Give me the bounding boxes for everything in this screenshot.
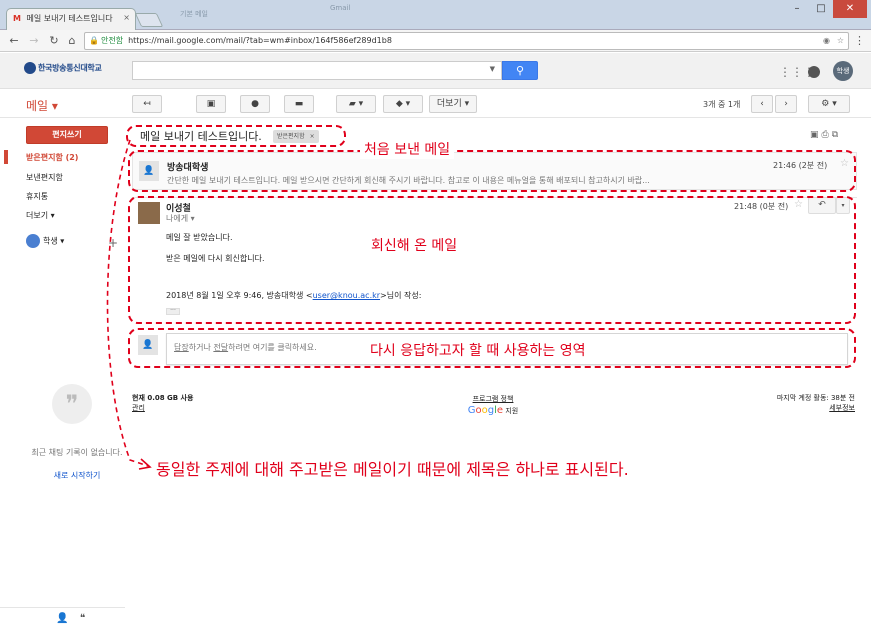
window-caption: Gmail: [330, 4, 351, 12]
window-title: 기본 메일: [180, 10, 208, 18]
logo-text: 한국방송통신대학교: [38, 63, 102, 73]
eye-icon[interactable]: ◉: [823, 33, 830, 49]
more-button[interactable]: 더보기 ▾: [429, 95, 477, 113]
annotation-reply-mail: 회신해 온 메일: [367, 235, 462, 255]
google-logo: Google: [467, 405, 504, 416]
back-arrow-icon[interactable]: ←: [6, 33, 22, 49]
manage-link[interactable]: 관리: [132, 404, 145, 412]
reload-icon[interactable]: ↻: [46, 33, 62, 49]
search-box: ▼: [132, 61, 502, 80]
contacts-person-icon[interactable]: 👤: [56, 613, 68, 624]
back-to-inbox-button[interactable]: ↤: [132, 95, 162, 113]
user-avatar-icon: [26, 234, 40, 248]
logo-emblem-icon: [24, 62, 36, 74]
expand-all-icon[interactable]: ▣: [810, 130, 822, 140]
mail-switcher[interactable]: 메일 ▾: [26, 97, 58, 114]
search-icon: ⚲: [515, 64, 525, 77]
annotation-subject-note: 동일한 주제에 대해 주고받은 메일이기 때문에 제목은 하나로 표시된다.: [156, 460, 629, 479]
account-activity: 마지막 계정 활동: 38분 전 세부정보: [760, 393, 855, 413]
maximize-icon[interactable]: □: [809, 0, 833, 18]
close-window-icon[interactable]: ✕: [833, 0, 867, 18]
forward-arrow-icon[interactable]: →: [26, 33, 42, 49]
older-button[interactable]: ›: [775, 95, 797, 113]
notifications-icon[interactable]: [808, 66, 820, 78]
footer-center: 프로그램 정책 Google 지원: [458, 393, 528, 417]
account-avatar[interactable]: 학생: [833, 61, 853, 81]
search-input[interactable]: [133, 62, 483, 79]
program-policy-link[interactable]: 프로그램 정책: [473, 395, 514, 403]
hangouts-user[interactable]: 학생 ▾ +: [26, 234, 118, 252]
chat-quote-icon: ❞: [52, 384, 92, 424]
newer-button[interactable]: ‹: [751, 95, 773, 113]
chevron-right-icon: ›: [784, 99, 788, 109]
archive-icon: ▣: [206, 99, 216, 109]
thread-tools: ▣⎙⧉: [810, 130, 841, 140]
powered-by-text: 지원: [505, 407, 519, 415]
sidebar-bottom-bar: 👤 ❝: [0, 607, 125, 632]
sidebar-item-inbox[interactable]: 받은편지함 (2): [26, 152, 78, 163]
new-chat-plus-icon[interactable]: +: [108, 236, 118, 250]
browser-titlebar: M 메일 보내기 테스트입니다 × 기본 메일 Gmail – □ ✕: [0, 0, 871, 30]
folder-icon: ▰ ▾: [348, 99, 364, 109]
label-tag-icon: ◆ ▾: [395, 99, 411, 109]
sidebar-item-trash[interactable]: 휴지통: [26, 191, 48, 202]
action-bar: 메일 ▾ ↤ ▣ ● ▬ ▰ ▾ ◆ ▾ 더보기 ▾ 3개 중 1개 ‹ › ⚙…: [0, 90, 871, 118]
sidebar-item-more[interactable]: 더보기 ▾: [26, 210, 55, 221]
annotation-first-mail: 처음 보낸 메일: [360, 139, 455, 159]
new-window-icon[interactable]: ⧉: [832, 130, 841, 140]
settings-button[interactable]: ⚙ ▾: [808, 95, 850, 113]
move-to-button[interactable]: ▰ ▾: [336, 95, 376, 113]
gear-icon: ⚙ ▾: [821, 99, 837, 109]
url-text: https://mail.google.com/mail/?tab=wm#inb…: [128, 36, 392, 45]
hangouts-icon[interactable]: ❝: [80, 613, 85, 624]
sidebar-item-sent[interactable]: 보낸편지함: [26, 172, 63, 183]
annotation-reply-area: 다시 응답하고자 할 때 사용하는 영역: [366, 340, 590, 360]
annotation-first-mail-box: [128, 150, 856, 192]
chat-start-link[interactable]: 새로 시작하기: [28, 470, 126, 481]
trash-icon: ▬: [294, 99, 304, 109]
university-logo[interactable]: 한국방송통신대학교: [24, 62, 102, 74]
tab-title: 메일 보내기 테스트입니다: [26, 14, 113, 23]
new-tab-button[interactable]: [134, 13, 164, 27]
browser-tab[interactable]: M 메일 보내기 테스트입니다 ×: [6, 8, 136, 30]
last-activity-text: 마지막 계정 활동: 38분 전: [776, 394, 855, 402]
browser-toolbar: ← → ↻ ⌂ 🔒 안전함 https://mail.google.com/mail…: [0, 30, 871, 52]
search-button[interactable]: ⚲: [502, 61, 538, 80]
storage-info: 현재 0.08 GB 사용 관리: [132, 393, 193, 413]
spam-icon: ●: [251, 99, 259, 109]
tab-close-icon[interactable]: ×: [123, 13, 130, 22]
compose-button[interactable]: 편지쓰기: [26, 126, 108, 144]
secure-label: 안전함: [100, 36, 124, 45]
lock-icon: 🔒: [89, 36, 99, 45]
gmail-icon: M: [13, 14, 21, 23]
chat-empty-text: 최근 채팅 기록이 없습니다.: [31, 448, 123, 457]
print-icon[interactable]: ⎙: [822, 130, 832, 140]
gmail-header: 한국방송통신대학교 ▼ ⚲ ⋮⋮⋮ 학생: [0, 53, 871, 89]
details-link[interactable]: 세부정보: [829, 404, 855, 412]
hangouts-user-name: 학생 ▾: [43, 236, 65, 246]
address-bar[interactable]: 🔒 안전함 https://mail.google.com/mail/?tab=wm…: [84, 32, 849, 50]
delete-button[interactable]: ▬: [284, 95, 314, 113]
report-spam-button[interactable]: ●: [240, 95, 270, 113]
back-arrow-icon: ↤: [143, 99, 151, 109]
pagination-count: 3개 중 1개: [703, 100, 741, 109]
home-icon[interactable]: ⌂: [64, 33, 80, 49]
search-options-icon[interactable]: ▼: [490, 65, 495, 73]
annotation-reply-mail-box: [128, 196, 856, 324]
annotation-subject-box: [126, 125, 346, 147]
labels-button[interactable]: ◆ ▾: [383, 95, 423, 113]
chevron-left-icon: ‹: [760, 99, 764, 109]
bookmark-star-icon[interactable]: ☆: [837, 33, 844, 49]
archive-button[interactable]: ▣: [196, 95, 226, 113]
browser-menu-icon[interactable]: ⋮: [854, 34, 865, 47]
active-indicator: [4, 150, 8, 164]
window-controls: – □ ✕: [785, 0, 867, 18]
minimize-icon[interactable]: –: [785, 0, 809, 18]
storage-usage: 현재 0.08 GB 사용: [132, 394, 194, 402]
